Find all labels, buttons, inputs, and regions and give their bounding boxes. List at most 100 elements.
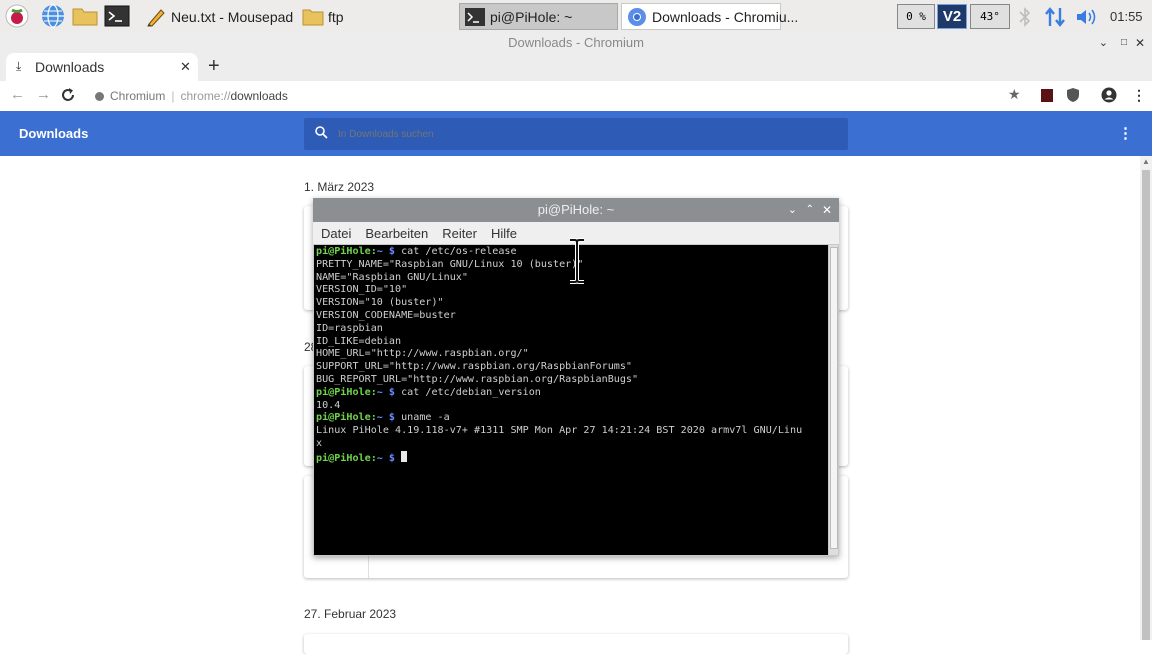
back-icon[interactable]: ← — [10, 86, 25, 103]
terminal-title: pi@PiHole: ~ — [537, 202, 615, 217]
menu-reiter[interactable]: Reiter — [442, 226, 477, 241]
taskbar: Neu.txt - Mousepad ftp pi@PiHole: ~ Down… — [0, 0, 1152, 34]
address-bar[interactable]: Chromium | chrome:// downloads — [95, 88, 288, 104]
terminal-output-line: x — [316, 438, 323, 449]
bluetooth-icon[interactable] — [1017, 6, 1033, 33]
downloads-header: Downloads ⋮ — [0, 111, 1152, 156]
raspberry-menu-icon[interactable] — [5, 4, 29, 28]
terminal-screen[interactable]: pi@PiHole:~ $ cat /etc/os-release PRETTY_… — [314, 245, 828, 555]
network-icon[interactable] — [1044, 6, 1066, 33]
prompt-cmd: cat /etc/debian_version — [395, 386, 541, 398]
shield-icon[interactable] — [1067, 88, 1079, 107]
prompt-user: pi@PiHole — [316, 412, 371, 424]
volume-icon[interactable] — [1075, 7, 1101, 32]
prompt-user: pi@PiHole — [316, 452, 371, 464]
terminal-close-icon[interactable]: ✕ — [822, 198, 832, 222]
cpu-label: 0 % — [906, 10, 926, 23]
pencil-icon — [145, 7, 167, 27]
menu-kebab-icon[interactable]: ⋮ — [1132, 87, 1146, 104]
terminal-maximize-icon[interactable]: ⌃ — [806, 198, 814, 222]
prompt-cmd: uname -a — [395, 412, 450, 424]
search-input[interactable] — [336, 124, 820, 144]
vnc-icon[interactable]: V2 — [937, 4, 967, 29]
menu-bearbeiten[interactable]: Bearbeiten — [365, 226, 428, 241]
terminal-scrollbar-thumb[interactable] — [830, 247, 838, 549]
address-path: downloads — [230, 89, 288, 103]
prompt-sign: $ — [382, 246, 396, 257]
terminal-minimize-icon[interactable]: ⌄ — [788, 198, 797, 222]
prompt-user: pi@PiHole — [316, 386, 371, 398]
address-site: Chromium — [110, 89, 166, 103]
menu-hilfe[interactable]: Hilfe — [491, 226, 517, 241]
web-browser-icon[interactable] — [41, 4, 65, 28]
window-titlebar: Downloads - Chromium ⌄ □ ✕ — [0, 33, 1152, 53]
download-icon: ⤓ — [16, 59, 22, 73]
prompt-sign: $ — [382, 412, 396, 424]
task-mousepad[interactable]: Neu.txt - Mousepad — [141, 3, 296, 30]
chromium-icon — [626, 7, 648, 27]
task-chromium[interactable]: Downloads - Chromiu... — [621, 3, 798, 30]
terminal-launcher-icon[interactable] — [104, 4, 130, 28]
page-scrollbar[interactable]: ▲ — [1140, 156, 1152, 640]
cpu-monitor[interactable]: 0 % — [897, 4, 935, 29]
temperature-label: 43° — [980, 10, 1000, 23]
terminal-icon — [464, 7, 486, 27]
menu-datei[interactable]: Datei — [321, 226, 351, 241]
prompt-cmd: cat /etc/os-release — [395, 246, 517, 257]
terminal-output-line: 10.4 — [316, 399, 341, 411]
more-actions-icon[interactable]: ⋮ — [1118, 124, 1133, 142]
page-title: Downloads — [19, 126, 89, 141]
terminal-prompt-line: pi@PiHole:~ $ cat /etc/os-release — [316, 246, 517, 259]
terminal-output-line: VERSION_ID="10" — [316, 284, 408, 296]
temperature-monitor[interactable]: 43° — [970, 4, 1010, 29]
terminal-output-line: HOME_URL="http://www.raspbian.org/" — [316, 348, 529, 360]
task-ftp[interactable]: ftp — [298, 3, 453, 30]
task-terminal[interactable]: pi@PiHole: ~ — [459, 3, 618, 30]
tab-label: Downloads — [35, 59, 105, 75]
search-icon — [315, 126, 328, 144]
maximize-icon[interactable]: □ — [1121, 33, 1127, 53]
tab-close-icon[interactable]: ✕ — [180, 59, 191, 75]
search-box[interactable] — [304, 118, 848, 150]
extension-icon-1[interactable] — [1041, 89, 1053, 102]
terminal-output-line: Linux PiHole 4.19.118-v7+ #1311 SMP Mon … — [316, 425, 803, 437]
task-label: pi@PiHole: ~ — [490, 8, 573, 25]
terminal-titlebar[interactable]: pi@PiHole: ~ ⌄ ⌃ ✕ — [313, 198, 839, 222]
tab-strip: ⤓ Downloads ✕ + — [0, 53, 1152, 81]
tab-downloads[interactable]: ⤓ Downloads ✕ — [6, 53, 198, 81]
terminal-output-line: ID=raspbian — [316, 322, 383, 334]
forward-icon[interactable]: → — [36, 86, 51, 103]
terminal-prompt-line: pi@PiHole:~ $ — [316, 450, 408, 466]
task-label: ftp — [328, 8, 344, 25]
browser-toolbar: ← → Chromium | chrome:// downloads ★ ⋮ — [0, 81, 1152, 112]
task-label: Downloads - Chromiu... — [652, 8, 799, 25]
date-group-heading: 27. Februar 2023 — [304, 607, 397, 621]
reload-icon[interactable] — [60, 86, 76, 109]
terminal-prompt-line: pi@PiHole:~ $ cat /etc/debian_version — [316, 387, 541, 400]
prompt-sign: $ — [382, 386, 396, 398]
new-tab-button[interactable]: + — [208, 55, 220, 78]
download-card[interactable] — [304, 634, 848, 654]
terminal-output-line: ID_LIKE=debian — [316, 335, 402, 347]
close-icon[interactable]: ✕ — [1135, 33, 1145, 53]
address-divider: | — [171, 89, 175, 103]
profile-icon[interactable] — [1101, 87, 1117, 108]
text-cursor-icon — [567, 238, 587, 289]
minimize-icon[interactable]: ⌄ — [1099, 33, 1108, 53]
task-label: Neu.txt - Mousepad — [171, 8, 294, 25]
window-title: Downloads - Chromium — [508, 35, 644, 50]
scrollbar-thumb[interactable] — [1142, 170, 1150, 640]
terminal-output-line: VERSION="10 (buster)" — [316, 297, 444, 309]
folder-icon — [302, 7, 324, 27]
terminal-output-line: SUPPORT_URL="http://www.raspbian.org/Ras… — [316, 361, 633, 373]
address-scheme: chrome:// — [180, 89, 231, 103]
clock[interactable]: 01:55 — [1110, 9, 1143, 24]
site-info-icon[interactable] — [95, 91, 104, 101]
scroll-up-icon[interactable]: ▲ — [1142, 157, 1150, 166]
terminal-scrollbar[interactable] — [829, 245, 838, 555]
file-manager-icon[interactable] — [71, 4, 99, 28]
prompt-sign: $ — [382, 452, 396, 464]
bookmark-star-icon[interactable]: ★ — [1008, 86, 1021, 103]
date-group-heading: 1. März 2023 — [304, 180, 375, 194]
terminal-prompt-line: pi@PiHole:~ $ uname -a — [316, 412, 450, 425]
